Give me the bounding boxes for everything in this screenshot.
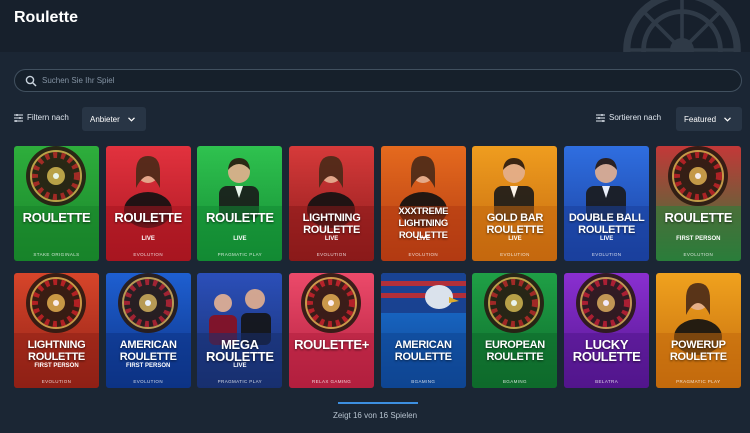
game-tile[interactable]: EUROPEAN ROULETTE BGAMING	[472, 273, 558, 388]
game-provider: EVOLUTION	[591, 252, 622, 257]
game-title: ROULETTE	[206, 210, 274, 225]
provider-dropdown[interactable]: Anbieter	[82, 107, 146, 131]
game-subtitle: LIVE	[599, 236, 614, 242]
game-tile[interactable]: ROULETTE STAKE ORIGINALS	[14, 146, 99, 261]
game-title: GOLD BAR ROULETTE	[486, 212, 544, 236]
game-subtitle: FIRST PERSON	[126, 363, 171, 369]
game-subtitle: LIVE	[233, 363, 247, 369]
roulette-wheel-icon	[623, 0, 741, 52]
page-title: Roulette	[14, 9, 78, 26]
game-provider: PRAGMATIC PLAY	[217, 252, 263, 257]
game-title: LUCKY ROULETTE	[572, 337, 641, 364]
game-tile[interactable]: XXXTREME LIGHTNING ROULETTE LIVE EVOLUTION	[380, 146, 466, 261]
game-tile[interactable]: AMERICAN ROULETTE BGAMING	[380, 273, 466, 388]
game-tile[interactable]: LUCKY ROULETTE BELATRA	[564, 273, 650, 388]
game-provider: PRAGMATIC PLAY	[676, 379, 721, 384]
game-tile[interactable]: GOLD BAR ROULETTE LIVE EVOLUTION	[472, 146, 558, 261]
sort-label: Sortieren nach	[609, 113, 662, 122]
game-title: LIGHTNING ROULETTE	[302, 212, 361, 236]
chevron-down-icon	[127, 116, 135, 122]
game-tile[interactable]: MEGA ROULETTE LIVE PRAGMATIC PLAY	[197, 273, 283, 388]
game-provider: BGAMING	[411, 379, 436, 384]
roulette-wheel-icon	[105, 273, 191, 388]
game-subtitle: FIRST PERSON	[676, 236, 721, 242]
dealer-man-icon	[472, 146, 558, 261]
game-title: ROULETTE	[664, 210, 733, 225]
search-input[interactable]	[42, 76, 642, 85]
game-tile[interactable]: ROULETTE LIVE EVOLUTION	[105, 146, 191, 261]
game-provider: EVOLUTION	[41, 379, 72, 384]
dealer-couple-icon	[197, 273, 283, 388]
game-tile[interactable]: LIGHTNING ROULETTE LIVE EVOLUTION	[289, 146, 375, 261]
game-title: AMERICAN ROULETTE	[394, 339, 452, 363]
game-tile[interactable]: DOUBLE BALL ROULETTE LIVE EVOLUTION	[564, 146, 650, 261]
game-title: AMERICAN ROULETTE	[119, 339, 177, 363]
game-tile[interactable]: ROULETTE+ RELAX GAMING	[289, 273, 375, 388]
game-subtitle: FIRST PERSON	[34, 363, 79, 369]
page-header: Roulette	[0, 0, 750, 52]
game-title: ROULETTE	[22, 210, 91, 225]
game-subtitle: LIVE	[324, 236, 339, 242]
game-provider: EVOLUTION	[683, 252, 714, 257]
results-count: Zeigt 16 von 16 Spielen	[332, 411, 418, 420]
dealer-man-icon	[197, 146, 283, 261]
game-provider: EVOLUTION	[500, 252, 530, 257]
roulette-wheel-icon	[655, 146, 741, 261]
game-tile[interactable]: ROULETTE FIRST PERSON EVOLUTION	[655, 146, 741, 261]
roulette-wheel-icon	[14, 273, 99, 388]
game-subtitle: LIVE	[416, 236, 430, 242]
game-provider: EVOLUTION	[408, 252, 439, 257]
game-provider: EVOLUTION	[133, 252, 163, 257]
filter-bar: Filtern nach Anbieter Sortieren nach Fea…	[14, 107, 742, 131]
search-bar[interactable]	[14, 69, 742, 92]
eagle-icon	[380, 273, 466, 388]
game-subtitle: LIVE	[141, 236, 155, 242]
game-title: MEGA ROULETTE	[206, 337, 274, 364]
provider-dropdown-value: Anbieter	[90, 114, 120, 124]
roulette-wheel-icon	[472, 273, 558, 388]
game-tile[interactable]: POWERUP ROULETTE PRAGMATIC PLAY	[655, 273, 741, 388]
game-title: LIGHTNING ROULETTE	[27, 339, 86, 363]
filter-label: Filtern nach	[27, 113, 69, 122]
progress-bar	[338, 402, 418, 404]
game-provider: EVOLUTION	[133, 379, 163, 384]
game-grid: ROULETTE STAKE ORIGINALS ROULETTE LIVE EVOLU…	[14, 146, 743, 388]
roulette-wheel-icon	[14, 146, 99, 261]
dealer-woman-icon	[380, 146, 466, 261]
game-provider: RELAX GAMING	[312, 379, 352, 384]
game-title: ROULETTE	[114, 210, 183, 225]
game-provider: STAKE ORIGINALS	[33, 252, 80, 257]
dealer-woman-icon	[105, 146, 191, 261]
game-title: EUROPEAN ROULETTE	[484, 339, 545, 363]
chevron-down-icon	[724, 116, 731, 122]
game-tile[interactable]: AMERICAN ROULETTE FIRST PERSON EVOLUTION	[105, 273, 191, 388]
game-tile[interactable]: ROULETTE LIVE PRAGMATIC PLAY	[197, 146, 283, 261]
game-provider: PRAGMATIC PLAY	[217, 379, 263, 384]
game-subtitle: LIVE	[233, 236, 247, 242]
filter-toggle[interactable]: Filtern nach	[14, 113, 69, 122]
sort-icon	[596, 113, 605, 122]
dealer-woman-icon	[655, 273, 741, 388]
roulette-wheel-icon	[564, 273, 650, 388]
game-provider: BELATRA	[595, 379, 619, 384]
filter-icon	[14, 113, 23, 122]
game-title: DOUBLE BALL ROULETTE	[568, 212, 645, 236]
game-subtitle: LIVE	[508, 236, 522, 242]
game-provider: EVOLUTION	[316, 252, 347, 257]
game-tile[interactable]: LIGHTNING ROULETTE FIRST PERSON EVOLUTION	[14, 273, 99, 388]
dealer-woman-icon	[289, 146, 375, 261]
sort-dropdown-value: Featured	[684, 114, 717, 124]
search-icon	[25, 75, 37, 87]
dealer-man-icon	[564, 146, 650, 261]
sort-dropdown[interactable]: Featured	[676, 107, 742, 131]
game-title: ROULETTE+	[294, 337, 370, 352]
game-provider: BGAMING	[502, 379, 527, 384]
game-title: POWERUP ROULETTE	[669, 339, 727, 363]
roulette-wheel-icon	[289, 273, 375, 388]
sort-toggle[interactable]: Sortieren nach	[596, 113, 661, 122]
